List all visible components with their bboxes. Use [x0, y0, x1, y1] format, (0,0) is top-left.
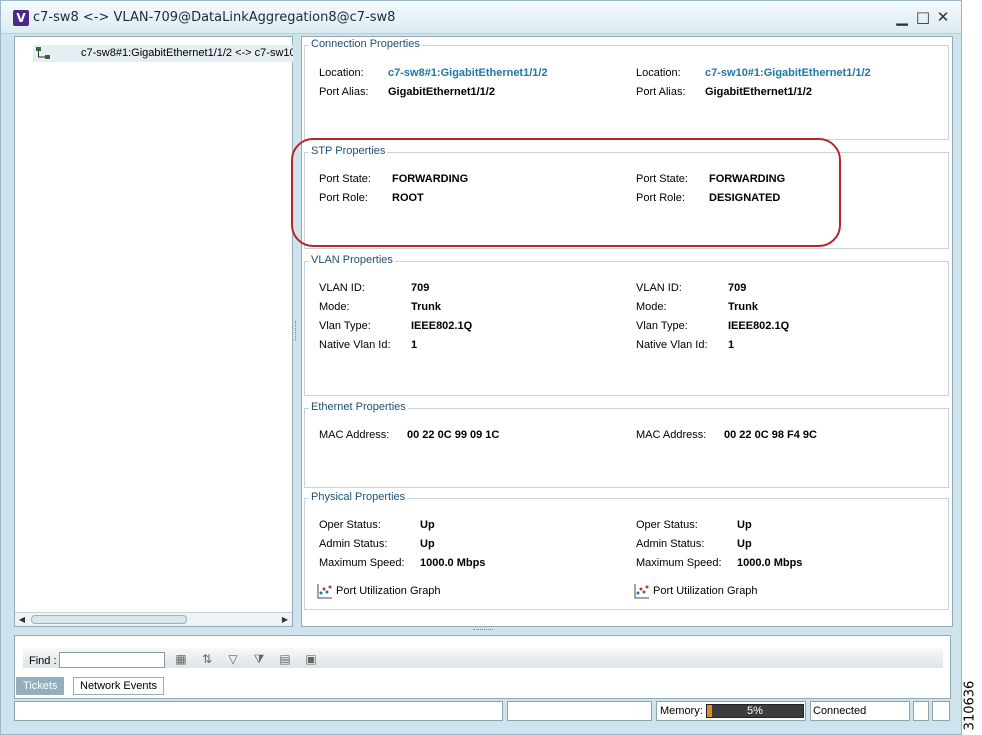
- memory-bar: 5%: [706, 704, 804, 718]
- horizontal-splitter[interactable]: [473, 629, 493, 632]
- find-toolbar: Find : ▦ ⇅ ▽ ⧩ ▤ ▣: [23, 648, 943, 668]
- mac-address-value: 00 22 0C 98 F4 9C: [724, 429, 817, 441]
- vertical-splitter[interactable]: [295, 321, 298, 341]
- find-input[interactable]: [59, 652, 165, 668]
- app-icon: V: [13, 10, 29, 26]
- oper-status-value: Up: [737, 519, 752, 531]
- tab-network-events[interactable]: Network Events: [73, 677, 165, 695]
- vlan-type-label: Vlan Type:: [319, 320, 371, 332]
- tab-tickets[interactable]: Tickets: [16, 677, 65, 695]
- connection-status: Connected: [813, 705, 867, 717]
- mac-address-label: MAC Address:: [319, 429, 390, 441]
- group-title: Ethernet Properties: [309, 401, 408, 413]
- status-cell: [507, 701, 652, 721]
- admin-status-label: Admin Status:: [319, 538, 388, 550]
- native-vlan-label: Native Vlan Id:: [636, 339, 708, 351]
- vlan-id-label: VLAN ID:: [319, 282, 365, 294]
- chart-icon: [634, 584, 649, 599]
- window-title: c7-sw8 <-> VLAN-709@DataLinkAggregation8…: [33, 10, 396, 25]
- location-label: Location:: [319, 67, 364, 79]
- vlan-id-label: VLAN ID:: [636, 282, 682, 294]
- port-alias-value: GigabitEthernet1/1/2: [388, 86, 495, 98]
- mac-address-label: MAC Address:: [636, 429, 707, 441]
- native-vlan-label: Native Vlan Id:: [319, 339, 391, 351]
- admin-status-value: Up: [737, 538, 752, 550]
- port-utilization-graph-link[interactable]: Port Utilization Graph: [336, 585, 441, 597]
- sort-icon[interactable]: ⇅: [199, 652, 215, 666]
- port-alias-value: GigabitEthernet1/1/2: [705, 86, 812, 98]
- memory-label: Memory:: [660, 705, 703, 717]
- max-speed-label: Maximum Speed:: [319, 557, 405, 569]
- vlan-properties-group: VLAN Properties VLAN ID: 709 Mode: Trunk…: [304, 254, 949, 396]
- vlan-type-value: IEEE802.1Q: [728, 320, 790, 332]
- status-cell: [913, 701, 929, 721]
- port-alias-label: Port Alias:: [636, 86, 686, 98]
- properties-panel: Connection Properties Location: c7-sw8#1…: [301, 36, 953, 627]
- max-speed-label: Maximum Speed:: [636, 557, 722, 569]
- oper-status-label: Oper Status:: [636, 519, 698, 531]
- vlan-type-value: IEEE802.1Q: [411, 320, 473, 332]
- port-alias-label: Port Alias:: [319, 86, 369, 98]
- scroll-left-icon[interactable]: ◀: [16, 614, 28, 625]
- mode-label: Mode:: [319, 301, 350, 313]
- ethernet-properties-group: Ethernet Properties MAC Address: 00 22 0…: [304, 401, 949, 488]
- oper-status-label: Oper Status:: [319, 519, 381, 531]
- table-icon[interactable]: ▦: [173, 652, 189, 666]
- connection-properties-group: Connection Properties Location: c7-sw8#1…: [304, 38, 949, 140]
- group-title: VLAN Properties: [309, 254, 395, 266]
- stp-highlight-annotation: [291, 138, 841, 247]
- horizontal-scrollbar[interactable]: ◀ ▶: [15, 612, 292, 626]
- tree-panel: c7-sw8#1:GigabitEthernet1/1/2 <-> c7-sw1…: [14, 36, 293, 627]
- figure-id: 310636: [962, 680, 982, 735]
- vlan-id-value: 709: [411, 282, 430, 294]
- figure-id-text: 310636: [962, 680, 978, 731]
- location-link[interactable]: c7-sw10#1:GigabitEthernet1/1/2: [705, 67, 871, 79]
- max-speed-value: 1000.0 Mbps: [420, 557, 486, 569]
- tree-item[interactable]: c7-sw8#1:GigabitEthernet1/1/2 <-> c7-sw1…: [33, 45, 293, 62]
- scroll-right-icon[interactable]: ▶: [279, 614, 291, 625]
- max-speed-value: 1000.0 Mbps: [737, 557, 803, 569]
- funnel-icon[interactable]: ⧩: [251, 652, 267, 666]
- main-window: V c7-sw8 <-> VLAN-709@DataLinkAggregatio…: [0, 0, 962, 735]
- scroll-thumb[interactable]: [31, 615, 187, 624]
- minimize-icon[interactable]: ▁: [893, 7, 911, 27]
- port-utilization-graph-link[interactable]: Port Utilization Graph: [653, 585, 758, 597]
- location-label: Location:: [636, 67, 681, 79]
- mac-address-value: 00 22 0C 99 09 1C: [407, 429, 500, 441]
- group-title: Connection Properties: [309, 38, 422, 50]
- link-icon: [36, 47, 50, 59]
- title-bar: V c7-sw8 <-> VLAN-709@DataLinkAggregatio…: [1, 1, 961, 34]
- native-vlan-value: 1: [728, 339, 735, 351]
- physical-properties-group: Physical Properties Oper Status: Up Admi…: [304, 491, 949, 610]
- status-cell: [932, 701, 950, 721]
- mode-label: Mode:: [636, 301, 667, 313]
- filter-icon[interactable]: ▽: [225, 652, 241, 666]
- mode-value: Trunk: [411, 301, 441, 313]
- group-title: Physical Properties: [309, 491, 408, 503]
- print-icon[interactable]: ▣: [303, 652, 319, 666]
- status-message: [14, 701, 503, 721]
- chart-icon: [317, 584, 332, 599]
- location-link[interactable]: c7-sw8#1:GigabitEthernet1/1/2: [388, 67, 548, 79]
- maximize-icon[interactable]: □: [914, 7, 932, 27]
- vlan-id-value: 709: [728, 282, 747, 294]
- vlan-type-label: Vlan Type:: [636, 320, 688, 332]
- admin-status-label: Admin Status:: [636, 538, 705, 550]
- close-icon[interactable]: ✕: [934, 7, 952, 27]
- tree-item-label: c7-sw8#1:GigabitEthernet1/1/2 <-> c7-sw1…: [81, 47, 293, 59]
- admin-status-value: Up: [420, 538, 435, 550]
- mode-value: Trunk: [728, 301, 758, 313]
- oper-status-value: Up: [420, 519, 435, 531]
- find-label: Find :: [29, 655, 57, 667]
- native-vlan-value: 1: [411, 339, 418, 351]
- export-icon[interactable]: ▤: [277, 652, 293, 666]
- memory-percent: 5%: [747, 705, 763, 717]
